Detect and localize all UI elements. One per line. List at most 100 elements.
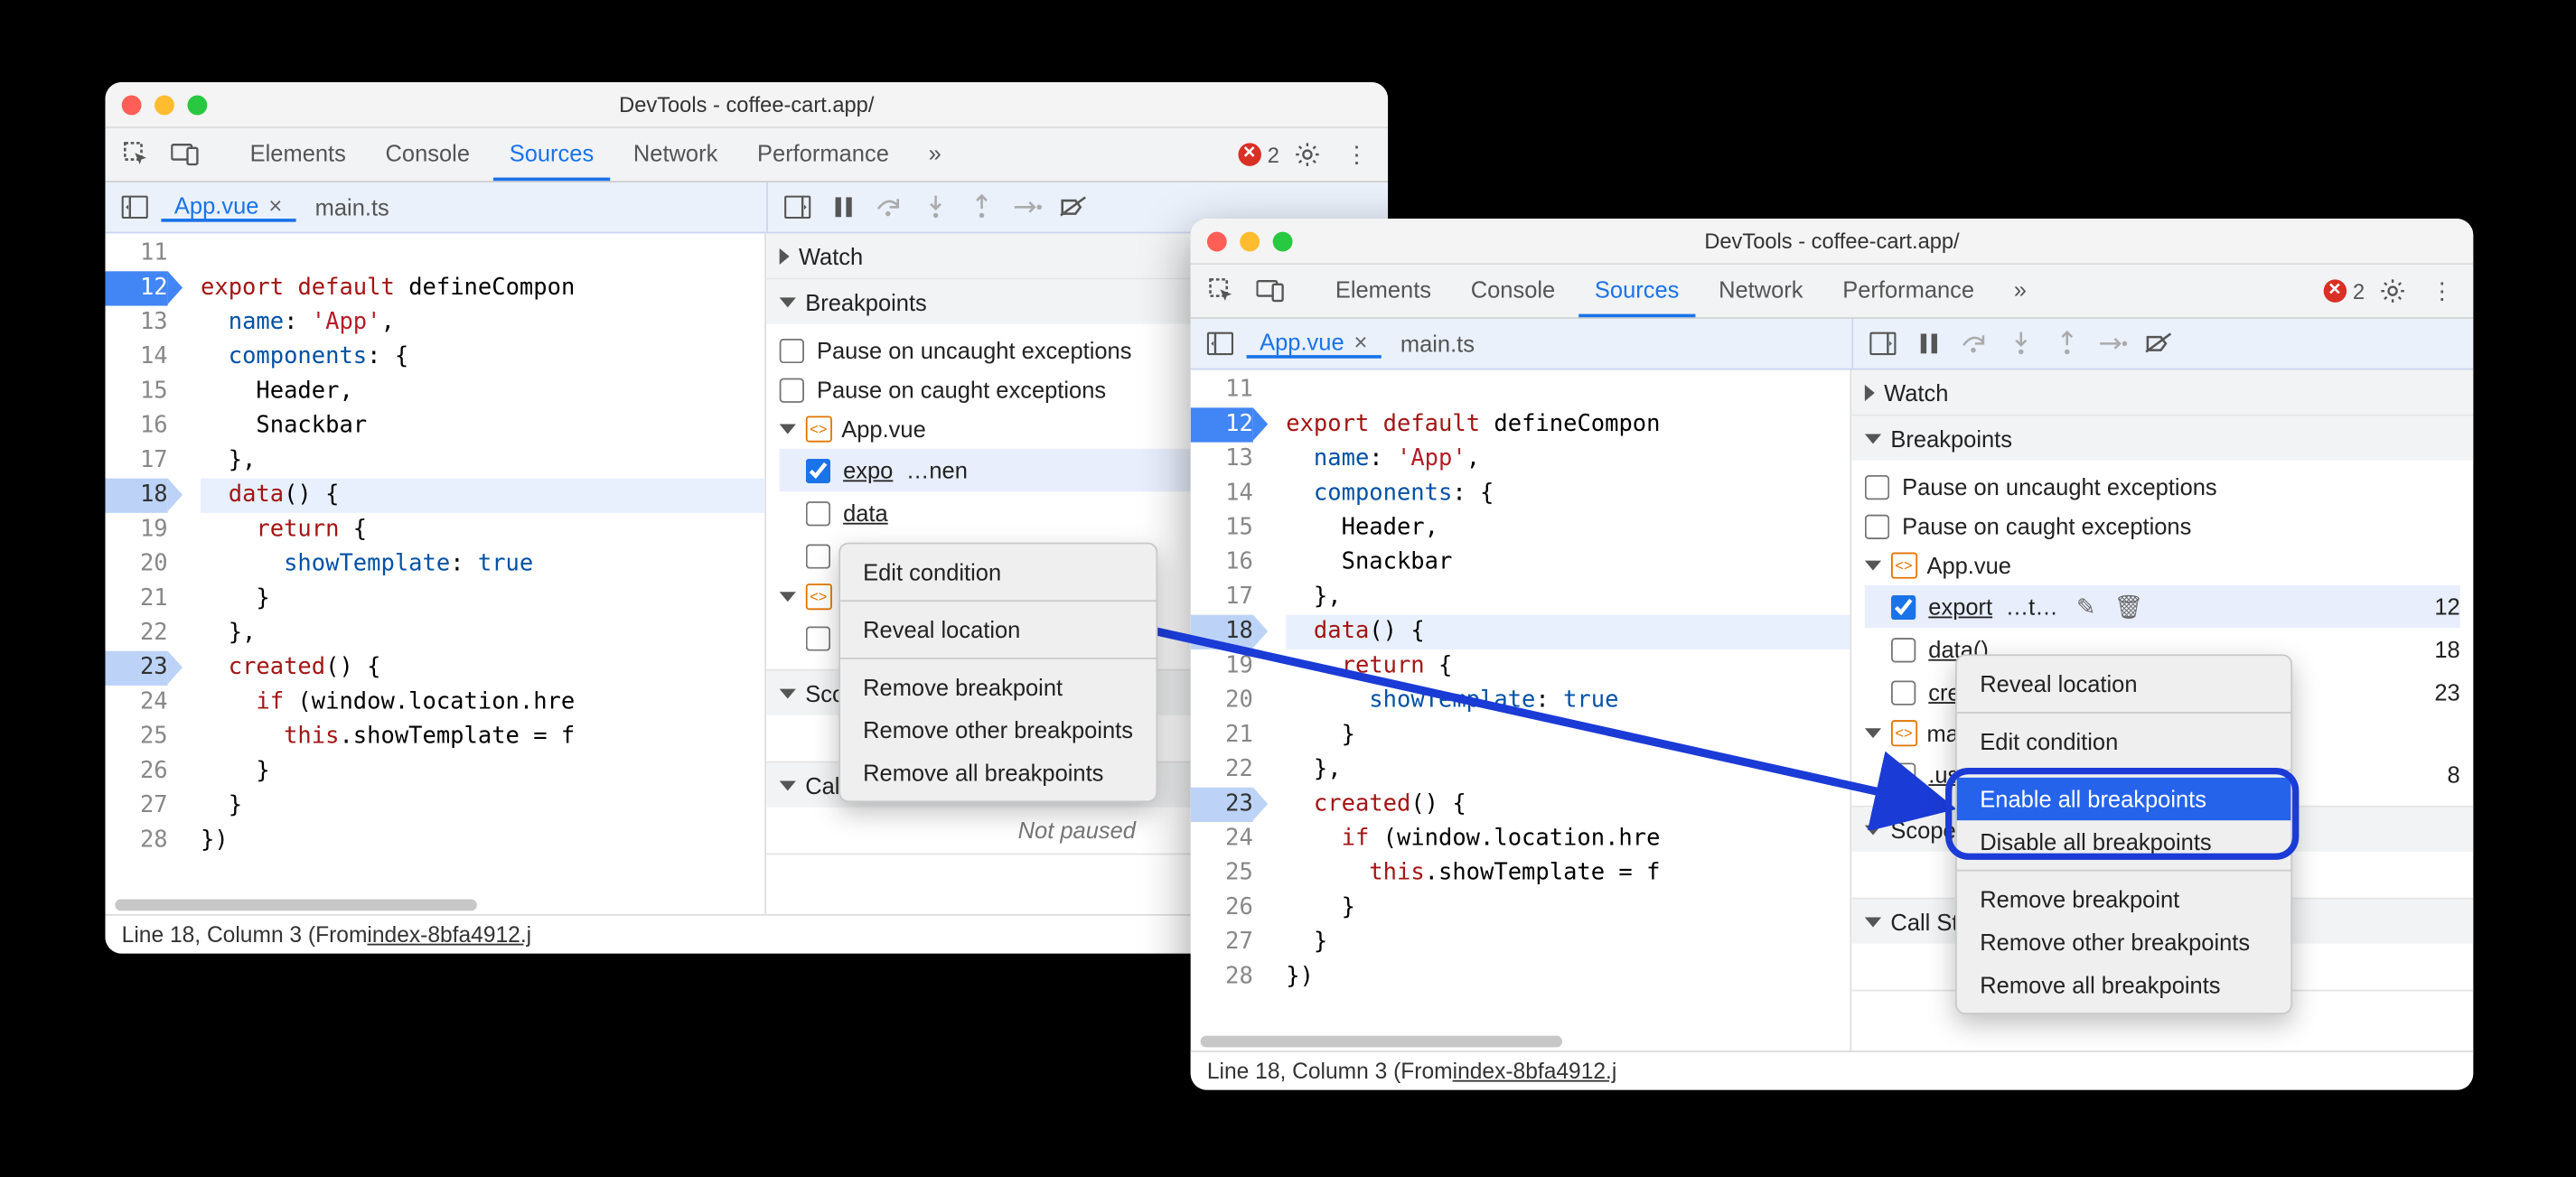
deactivate-bp-icon[interactable] bbox=[1054, 187, 1093, 227]
step-icon[interactable] bbox=[1007, 187, 1047, 227]
close-icon[interactable]: × bbox=[1354, 329, 1368, 355]
tab-network[interactable]: Network bbox=[1702, 265, 1820, 317]
chevron-down-icon bbox=[779, 780, 795, 790]
chevron-down-icon bbox=[1864, 728, 1880, 738]
chevron-down-icon bbox=[1864, 561, 1880, 571]
kebab-icon[interactable]: ⋮ bbox=[1335, 133, 1378, 175]
deactivate-bp-icon[interactable] bbox=[2139, 324, 2178, 364]
file-tab-appvue[interactable]: App.vue × bbox=[1247, 329, 1381, 359]
step-out-icon[interactable] bbox=[961, 187, 1001, 227]
close-icon[interactable] bbox=[1207, 231, 1227, 251]
tab-network[interactable]: Network bbox=[617, 128, 735, 181]
code[interactable]: export default defineCompon name: 'App',… bbox=[181, 233, 764, 894]
pause-icon[interactable] bbox=[1908, 324, 1948, 364]
status-bar: Line 18, Column 3 (From index-8bfa4912.j bbox=[1191, 1051, 2474, 1090]
h-scrollbar[interactable] bbox=[105, 898, 763, 914]
step-into-icon[interactable] bbox=[2000, 324, 2040, 364]
window-title: DevTools - coffee-cart.app/ bbox=[1191, 229, 2474, 253]
ctx-reveal-location[interactable]: Reveal location bbox=[1957, 662, 2290, 705]
maximize-icon[interactable] bbox=[1273, 231, 1293, 251]
debugger-toggle-icon[interactable] bbox=[1862, 324, 1902, 364]
gutter[interactable]: 111213141516171819202122232425262728 bbox=[105, 233, 181, 894]
trash-icon[interactable]: 🗑 bbox=[2114, 593, 2144, 621]
section-watch[interactable]: Watch bbox=[1851, 370, 2474, 415]
inspect-icon[interactable] bbox=[1201, 269, 1243, 312]
sourcemap-link[interactable]: index-8bfa4912.j bbox=[1453, 1059, 1617, 1083]
error-count[interactable]: ✕ 2 bbox=[2323, 278, 2365, 303]
file-tab-maints[interactable]: main.ts bbox=[1387, 331, 1487, 357]
chevron-down-icon bbox=[1864, 434, 1880, 444]
chevron-down-icon bbox=[779, 425, 795, 434]
settings-icon[interactable] bbox=[1286, 133, 1328, 175]
file-icon: <> bbox=[1890, 553, 1916, 579]
ctx-remove-all[interactable]: Remove all breakpoints bbox=[840, 752, 1157, 794]
code[interactable]: export default defineCompon name: 'App',… bbox=[1266, 370, 1850, 1032]
navigator-toggle-icon[interactable] bbox=[1201, 324, 1241, 364]
file-tab-appvue[interactable]: App.vue × bbox=[161, 192, 295, 222]
tab-performance[interactable]: Performance bbox=[741, 128, 905, 181]
devtools-tabs: Elements Console Sources Network Perform… bbox=[1191, 265, 2474, 319]
ctx-remove-all[interactable]: Remove all breakpoints bbox=[1957, 964, 2290, 1006]
debugger-toggle-icon[interactable] bbox=[777, 187, 817, 227]
step-over-icon[interactable] bbox=[1954, 324, 1994, 364]
inspect-icon[interactable] bbox=[115, 133, 157, 175]
section-breakpoints[interactable]: Breakpoints bbox=[1851, 416, 2474, 460]
ctx-edit-condition[interactable]: Edit condition bbox=[840, 551, 1157, 593]
traffic-lights bbox=[1207, 231, 1293, 251]
ctx-remove-other[interactable]: Remove other breakpoints bbox=[1957, 920, 2290, 963]
file-icon: <> bbox=[1890, 720, 1916, 746]
traffic-lights bbox=[122, 95, 208, 115]
devtools-tabs: Elements Console Sources Network Perform… bbox=[105, 128, 1388, 182]
kebab-icon[interactable]: ⋮ bbox=[2421, 269, 2463, 312]
step-over-icon[interactable] bbox=[869, 187, 909, 227]
device-icon[interactable] bbox=[164, 133, 207, 175]
tab-sources[interactable]: Sources bbox=[1578, 265, 1696, 317]
pause-icon[interactable] bbox=[823, 187, 863, 227]
navigator-toggle-icon[interactable] bbox=[115, 187, 155, 227]
bp-item[interactable]: export…t… ✎ 🗑 12 bbox=[1864, 585, 2459, 628]
ctx-remove-other[interactable]: Remove other breakpoints bbox=[840, 708, 1157, 751]
context-menu: Reveal location Edit condition Enable al… bbox=[1955, 654, 2292, 1014]
titlebar: DevTools - coffee-cart.app/ bbox=[1191, 219, 2474, 265]
h-scrollbar[interactable] bbox=[1191, 1034, 1850, 1051]
file-icon: <> bbox=[805, 584, 831, 610]
tab-elements[interactable]: Elements bbox=[233, 128, 362, 181]
gutter[interactable]: 111213141516171819202122232425262728 bbox=[1191, 370, 1267, 1032]
step-out-icon[interactable] bbox=[2047, 324, 2086, 364]
settings-icon[interactable] bbox=[2371, 269, 2413, 312]
minimize-icon[interactable] bbox=[155, 95, 174, 115]
step-into-icon[interactable] bbox=[915, 187, 955, 227]
more-tabs[interactable]: » bbox=[912, 128, 958, 181]
tab-console[interactable]: Console bbox=[1455, 265, 1572, 317]
pause-uncaught[interactable]: Pause on uncaught exceptions bbox=[1864, 467, 2459, 507]
ctx-edit-condition[interactable]: Edit condition bbox=[1957, 720, 2290, 762]
minimize-icon[interactable] bbox=[1240, 231, 1260, 251]
ctx-disable-all[interactable]: Disable all breakpoints bbox=[1957, 820, 2290, 863]
device-icon[interactable] bbox=[1250, 269, 1292, 312]
error-count[interactable]: ✕ 2 bbox=[1238, 142, 1279, 166]
step-icon[interactable] bbox=[2093, 324, 2132, 364]
context-menu: Edit condition Reveal location Remove br… bbox=[838, 543, 1157, 803]
bp-group-appvue[interactable]: <> App.vue bbox=[1864, 546, 2459, 585]
code-editor[interactable]: 111213141516171819202122232425262728 exp… bbox=[105, 233, 765, 913]
more-tabs[interactable]: » bbox=[1998, 265, 2044, 317]
chevron-down-icon bbox=[779, 592, 795, 602]
ctx-remove-bp[interactable]: Remove breakpoint bbox=[1957, 878, 2290, 920]
tab-console[interactable]: Console bbox=[369, 128, 486, 181]
maximize-icon[interactable] bbox=[187, 95, 207, 115]
file-tab-maints[interactable]: main.ts bbox=[302, 194, 402, 220]
sourcemap-link[interactable]: index-8bfa4912.j bbox=[367, 922, 531, 947]
titlebar: DevTools - coffee-cart.app/ bbox=[105, 82, 1388, 128]
tab-performance[interactable]: Performance bbox=[1826, 265, 1991, 317]
chevron-right-icon bbox=[1864, 384, 1874, 400]
pause-caught[interactable]: Pause on caught exceptions bbox=[1864, 507, 2459, 546]
ctx-reveal-location[interactable]: Reveal location bbox=[840, 608, 1157, 650]
close-icon[interactable] bbox=[122, 95, 142, 115]
tab-elements[interactable]: Elements bbox=[1319, 265, 1448, 317]
pencil-icon[interactable]: ✎ bbox=[2071, 593, 2101, 621]
tab-sources[interactable]: Sources bbox=[493, 128, 611, 181]
code-editor[interactable]: 111213141516171819202122232425262728 exp… bbox=[1191, 370, 1851, 1051]
ctx-enable-all[interactable]: Enable all breakpoints bbox=[1957, 778, 2290, 820]
close-icon[interactable]: × bbox=[268, 192, 282, 219]
ctx-remove-bp[interactable]: Remove breakpoint bbox=[840, 666, 1157, 708]
